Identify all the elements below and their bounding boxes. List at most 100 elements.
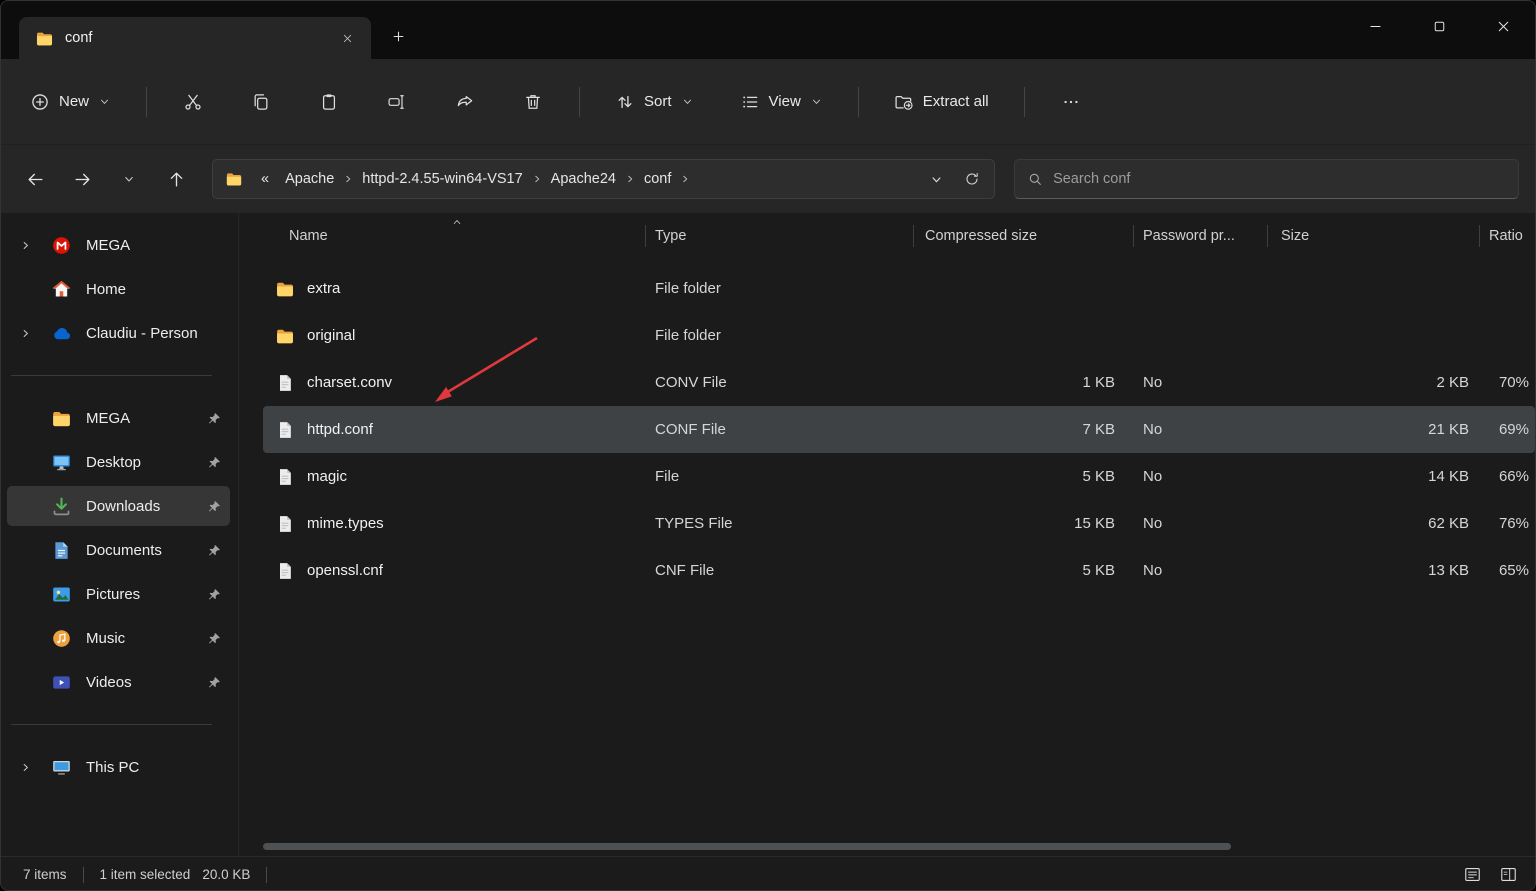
search-input[interactable] xyxy=(1053,171,1506,187)
breadcrumb-chevron-icon[interactable] xyxy=(624,173,636,185)
rename-button[interactable] xyxy=(375,83,419,121)
recent-locations-button[interactable] xyxy=(111,161,149,197)
up-button[interactable] xyxy=(157,161,195,197)
column-header-ratio[interactable]: Ratio xyxy=(1479,213,1535,259)
explorer-tab[interactable]: conf xyxy=(19,17,371,59)
chevron-down-icon xyxy=(98,95,111,108)
more-options-button[interactable] xyxy=(1049,83,1093,121)
address-bar-row: « Apache httpd-2.4.55-win64-VS17 Apache2… xyxy=(1,145,1535,213)
breadcrumb-chevron-icon[interactable] xyxy=(342,173,354,185)
navigation-pane: MEGA Home Claudiu - Person MEGA Desktop … xyxy=(1,213,239,856)
refresh-button[interactable] xyxy=(956,163,988,195)
file-name: openssl.cnf xyxy=(307,562,383,579)
sort-ascending-icon xyxy=(451,216,463,228)
scrollbar-thumb[interactable] xyxy=(263,843,1231,850)
new-button[interactable]: New xyxy=(19,83,122,121)
delete-button[interactable] xyxy=(511,83,555,121)
thumbnail-view-button[interactable] xyxy=(1495,863,1521,887)
file-name: magic xyxy=(307,468,347,485)
sidebar-item-label: Pictures xyxy=(86,586,207,603)
file-password-protected: No xyxy=(1133,515,1267,532)
address-bar[interactable]: « Apache httpd-2.4.55-win64-VS17 Apache2… xyxy=(212,159,995,199)
file-ratio: 70% xyxy=(1479,374,1535,391)
pin-icon xyxy=(207,631,222,646)
sidebar-item-videos[interactable]: Videos xyxy=(7,662,230,702)
minimize-button[interactable] xyxy=(1343,1,1407,51)
items-count: 7 items xyxy=(23,867,67,882)
close-button[interactable] xyxy=(1471,1,1535,51)
address-dropdown-button[interactable] xyxy=(920,163,952,195)
file-row[interactable]: httpd.conf CONF File 7 KB No 21 KB 69% xyxy=(263,406,1535,453)
tab-close-button[interactable] xyxy=(333,24,361,52)
file-type: CNF File xyxy=(645,562,913,579)
breadcrumb-segment[interactable]: Apache24 xyxy=(544,167,623,191)
sidebar-divider xyxy=(11,724,212,725)
details-view-button[interactable] xyxy=(1459,863,1485,887)
sidebar-item-label: MEGA xyxy=(86,410,207,427)
cut-button[interactable] xyxy=(171,83,215,121)
sidebar-item-documents[interactable]: Documents xyxy=(7,530,230,570)
breadcrumb-chevron-icon[interactable] xyxy=(679,173,691,185)
breadcrumb-overflow[interactable]: « xyxy=(254,167,276,191)
sidebar-item-onedrive[interactable]: Claudiu - Person xyxy=(7,313,230,353)
sidebar-item-desktop[interactable]: Desktop xyxy=(7,442,230,482)
horizontal-scrollbar[interactable] xyxy=(263,843,1529,851)
sort-button[interactable]: Sort xyxy=(604,83,705,121)
expand-chevron-icon[interactable] xyxy=(19,327,39,340)
paste-icon xyxy=(319,92,339,112)
column-header-password-protected[interactable]: Password pr... xyxy=(1133,213,1267,259)
forward-button[interactable] xyxy=(64,161,102,197)
sidebar-item-mega-cloud[interactable]: MEGA xyxy=(7,225,230,265)
column-header-type[interactable]: Type xyxy=(645,213,913,259)
breadcrumb-segment[interactable]: Apache xyxy=(278,167,341,191)
sidebar-item-home[interactable]: Home xyxy=(7,269,230,309)
extract-all-button[interactable]: Extract all xyxy=(883,83,1000,121)
minimize-icon xyxy=(1367,18,1384,35)
new-tab-button[interactable] xyxy=(381,19,415,53)
folder-icon xyxy=(35,29,54,48)
file-name: charset.conv xyxy=(307,374,392,391)
breadcrumb-segment[interactable]: httpd-2.4.55-win64-VS17 xyxy=(355,167,529,191)
file-compressed-size: 1 KB xyxy=(913,374,1133,391)
file-size: 13 KB xyxy=(1267,562,1479,579)
file-row[interactable]: mime.types TYPES File 15 KB No 62 KB 76% xyxy=(263,500,1535,547)
sidebar-item-pictures[interactable]: Pictures xyxy=(7,574,230,614)
sidebar-item-this-pc[interactable]: This PC xyxy=(7,747,230,787)
sidebar-item-downloads[interactable]: Downloads xyxy=(7,486,230,526)
file-icon xyxy=(275,373,295,393)
back-button[interactable] xyxy=(17,161,55,197)
maximize-button[interactable] xyxy=(1407,1,1471,51)
view-button[interactable]: View xyxy=(729,83,834,121)
breadcrumb-segment[interactable]: conf xyxy=(637,167,678,191)
pane-view-icon xyxy=(1499,865,1518,884)
music-icon xyxy=(51,628,72,649)
sidebar-item-label: Documents xyxy=(86,542,207,559)
this-pc-icon xyxy=(51,757,72,778)
explorer-body: MEGA Home Claudiu - Person MEGA Desktop … xyxy=(1,213,1535,856)
close-icon xyxy=(1495,18,1512,35)
videos-icon xyxy=(51,672,72,693)
file-name: original xyxy=(307,327,355,344)
file-row[interactable]: openssl.cnf CNF File 5 KB No 13 KB 65% xyxy=(263,547,1535,594)
file-row[interactable]: magic File 5 KB No 14 KB 66% xyxy=(263,453,1535,500)
file-row[interactable]: extra File folder xyxy=(263,265,1535,312)
column-header-name[interactable]: Name xyxy=(263,213,645,259)
expand-chevron-icon[interactable] xyxy=(19,761,39,774)
paste-button[interactable] xyxy=(307,83,351,121)
search-box[interactable] xyxy=(1014,159,1519,199)
column-header-size[interactable]: Size xyxy=(1267,213,1479,259)
chevron-down-icon xyxy=(681,95,694,108)
file-row[interactable]: charset.conv CONV File 1 KB No 2 KB 70% xyxy=(263,359,1535,406)
sidebar-item-music[interactable]: Music xyxy=(7,618,230,658)
sidebar-item-label: Claudiu - Person xyxy=(86,325,207,342)
file-password-protected: No xyxy=(1133,374,1267,391)
expand-chevron-icon[interactable] xyxy=(19,239,39,252)
copy-button[interactable] xyxy=(239,83,283,121)
sidebar-item-mega-folder[interactable]: MEGA xyxy=(7,398,230,438)
breadcrumb-chevron-icon[interactable] xyxy=(531,173,543,185)
file-row[interactable]: original File folder xyxy=(263,312,1535,359)
file-size: 2 KB xyxy=(1267,374,1479,391)
file-type: TYPES File xyxy=(645,515,913,532)
share-button[interactable] xyxy=(443,83,487,121)
column-header-compressed-size[interactable]: Compressed size xyxy=(913,213,1133,259)
